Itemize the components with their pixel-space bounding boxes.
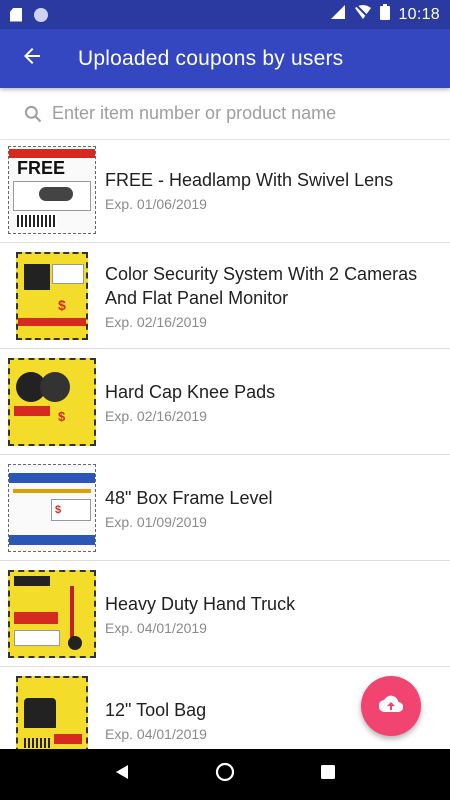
circle-home-icon[interactable] [215, 762, 235, 787]
coupon-expiry: Exp. 01/09/2019 [105, 513, 207, 530]
back-button[interactable] [0, 29, 64, 88]
coupon-title: Heavy Duty Hand Truck [105, 593, 296, 614]
system-notification-icon [34, 7, 48, 22]
coupon-thumbnail [8, 569, 96, 658]
wifi-off-icon [354, 4, 372, 25]
coupon-thumbnail: FREE [8, 145, 96, 234]
signal-icon [330, 4, 346, 25]
triangle-back-icon[interactable] [114, 764, 130, 785]
search-icon [0, 104, 52, 124]
battery-icon [380, 4, 391, 25]
status-time: 10:18 [398, 5, 440, 23]
coupon-list: FREE FREE - Headlamp With Swivel Lens Ex… [0, 141, 450, 749]
app-bar: Uploaded coupons by users [0, 29, 450, 88]
screen: 10:18 Uploaded coupons by users FREE [0, 0, 450, 800]
coupon-thumbnail [8, 675, 96, 749]
coupon-thumbnail: $ [8, 251, 96, 340]
coupon-title: Color Security System With 2 Cameras And… [105, 263, 418, 308]
coupon-expiry: Exp. 01/06/2019 [105, 195, 207, 212]
coupon-title: Hard Cap Knee Pads [105, 381, 276, 402]
page-title: Uploaded coupons by users [78, 46, 344, 70]
coupon-item-hand-truck[interactable]: Heavy Duty Hand Truck Exp. 04/01/2019 [0, 561, 450, 667]
coupon-title: 48" Box Frame Level [105, 487, 273, 508]
coupon-item-knee-pads[interactable]: $ Hard Cap Knee Pads Exp. 02/16/2019 [0, 349, 450, 455]
arrow-back-icon [23, 47, 41, 70]
search-input[interactable] [52, 103, 412, 124]
coupon-item-box-frame-level[interactable]: $ 48" Box Frame Level Exp. 01/09/2019 [0, 455, 450, 561]
coupon-item-headlamp[interactable]: FREE FREE - Headlamp With Swivel Lens Ex… [0, 141, 450, 243]
sd-card-icon [10, 7, 22, 22]
coupon-title: FREE - Headlamp With Swivel Lens [105, 169, 394, 190]
coupon-expiry: Exp. 02/16/2019 [105, 313, 207, 330]
coupon-expiry: Exp. 02/16/2019 [105, 407, 207, 424]
cloud-upload-icon [378, 695, 404, 718]
coupon-thumbnail: $ [8, 463, 96, 552]
upload-coupon-button[interactable] [361, 676, 421, 736]
coupon-expiry: Exp. 04/01/2019 [105, 619, 207, 636]
coupon-thumbnail: $ [8, 357, 96, 446]
square-recents-icon[interactable] [320, 764, 336, 785]
coupon-item-security-system[interactable]: $ Color Security System With 2 Cameras A… [0, 243, 450, 349]
search-bar [0, 88, 450, 140]
status-bar: 10:18 [0, 0, 450, 29]
navigation-bar [0, 749, 450, 800]
